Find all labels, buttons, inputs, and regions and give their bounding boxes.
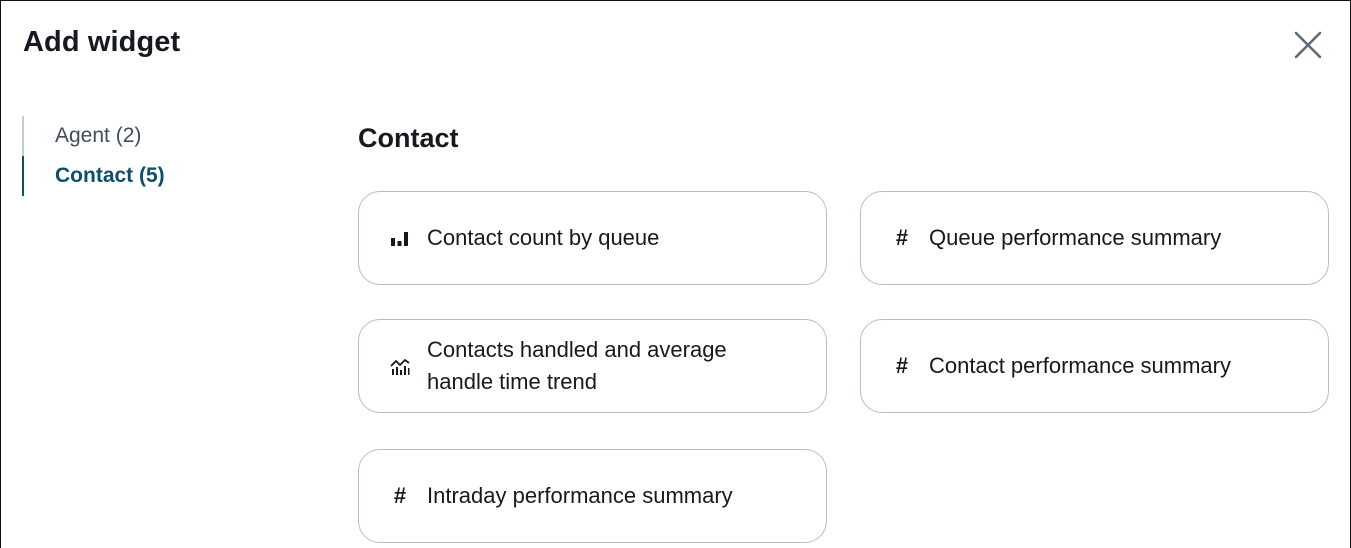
- widget-card-label: Intraday performance summary: [427, 483, 733, 508]
- dialog-title: Add widget: [23, 26, 181, 58]
- widget-card-label: Contact performance summary: [929, 353, 1231, 378]
- widget-card-label: Contacts handled and average handle time…: [427, 337, 727, 394]
- widget-card-queue-performance-summary[interactable]: # Queue performance summary: [860, 191, 1329, 285]
- nav-item-contact[interactable]: Contact (5): [22, 156, 242, 196]
- close-icon: [1294, 31, 1322, 59]
- widget-card-contacts-handled-trend[interactable]: Contacts handled and average handle time…: [358, 319, 827, 413]
- widget-card-label: Contact count by queue: [427, 225, 660, 250]
- hash-icon: #: [895, 225, 909, 250]
- close-button[interactable]: [1292, 29, 1324, 61]
- trend-chart-icon: [389, 355, 411, 377]
- widget-card-contact-count-by-queue[interactable]: Contact count by queue: [358, 191, 827, 285]
- hash-icon: #: [393, 483, 407, 508]
- widget-card-intraday-performance-summary[interactable]: # Intraday performance summary: [358, 449, 827, 543]
- category-nav: Agent (2) Contact (5): [22, 116, 242, 196]
- nav-item-agent[interactable]: Agent (2): [22, 116, 242, 156]
- nav-item-contact-label: Contact (5): [55, 164, 165, 187]
- hash-icon: #: [895, 353, 909, 378]
- widget-card-label: Queue performance summary: [929, 225, 1222, 250]
- nav-item-agent-label: Agent (2): [55, 124, 142, 147]
- add-widget-dialog: Add widget Agent (2) Contact (5) Contact…: [0, 0, 1351, 548]
- widget-card-contact-performance-summary[interactable]: # Contact performance summary: [860, 319, 1329, 413]
- section-title: Contact: [358, 123, 459, 153]
- bar-chart-icon: [389, 227, 411, 249]
